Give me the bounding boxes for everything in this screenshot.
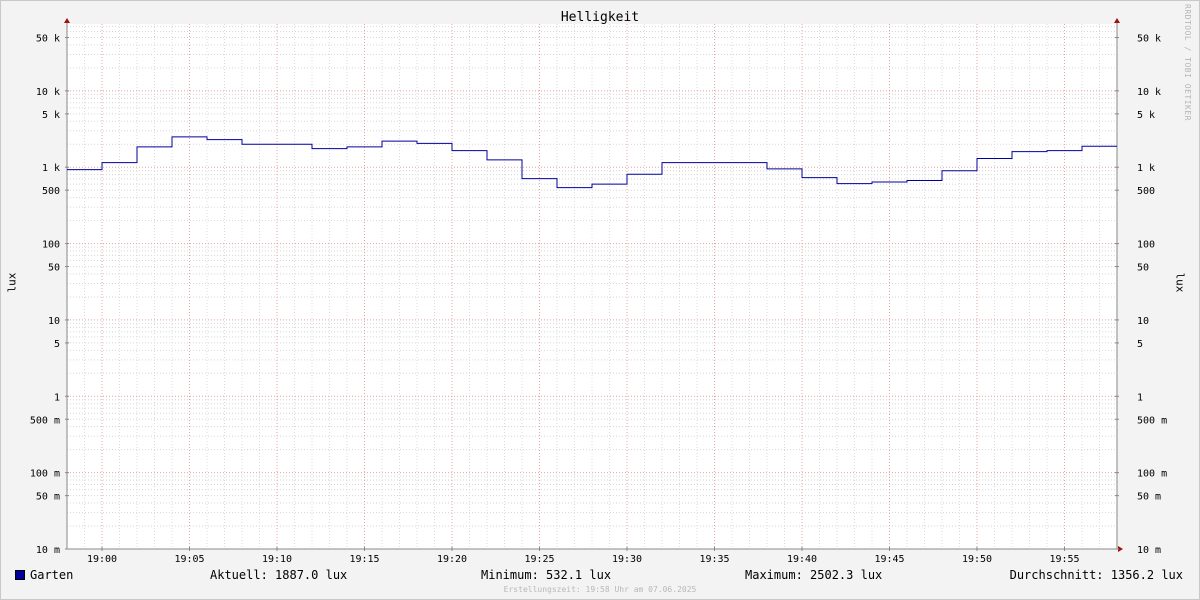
y-tick-label-left: 10 k — [36, 87, 60, 98]
y-tick-label-right: 500 m — [1137, 415, 1167, 426]
y-tick-label-left: 500 m — [30, 415, 60, 426]
y-axis-arrow-right — [1114, 18, 1120, 23]
y-tick-label-right: 10 k — [1137, 87, 1161, 98]
x-tick-label: 19:20 — [437, 554, 467, 565]
legend-row: Garten Aktuell: 1887.0 lux Minimum: 532.… — [0, 568, 1200, 584]
x-tick-label: 19:50 — [962, 554, 992, 565]
y-tick-label-left: 500 — [42, 186, 60, 197]
y-tick-label-left: 10 — [48, 316, 60, 327]
y-tick-label-right: 5 k — [1137, 110, 1155, 121]
x-tick-label: 19:45 — [874, 554, 904, 565]
y-tick-label-right: 100 — [1137, 240, 1155, 251]
y-tick-label-left: 5 k — [42, 110, 60, 121]
x-tick-label: 19:55 — [1049, 554, 1079, 565]
y-tick-label-left: 5 — [54, 339, 60, 350]
stat-current: Aktuell: 1887.0 lux — [210, 568, 348, 582]
x-tick-label: 19:30 — [612, 554, 642, 565]
y-tick-label-left: 50 — [48, 263, 60, 274]
y-tick-label-right: 10 — [1137, 316, 1149, 327]
y-tick-label-right: 1 k — [1137, 163, 1155, 174]
y-tick-label-right: 50 m — [1137, 492, 1161, 503]
legend-swatch — [15, 570, 25, 580]
stat-average: Durchschnitt: 1356.2 lux — [1009, 568, 1183, 582]
legend-series-name: Garten — [30, 568, 74, 582]
creation-time-footer: Erstellungszeit: 19:58 Uhr am 07.06.2025 — [503, 585, 697, 594]
y-tick-label-left: 100 — [42, 240, 60, 251]
y-tick-label-right: 5 — [1137, 339, 1143, 350]
stat-minimum: Minimum: 532.1 lux — [481, 568, 612, 582]
y-tick-label-left: 50 m — [36, 492, 60, 503]
x-tick-label: 19:10 — [262, 554, 292, 565]
x-tick-label: 19:15 — [349, 554, 379, 565]
y-tick-label-left: 1 k — [42, 163, 60, 174]
y-tick-label-left: 100 m — [30, 469, 60, 480]
x-tick-label: 19:40 — [787, 554, 817, 565]
y-tick-label-right: 50 k — [1137, 34, 1161, 45]
y-tick-label-right: 500 — [1137, 186, 1155, 197]
stat-maximum: Maximum: 2502.3 lux — [745, 568, 883, 582]
x-tick-label: 19:05 — [174, 554, 204, 565]
x-tick-label: 19:00 — [87, 554, 117, 565]
y-tick-label-left: 10 m — [36, 545, 60, 556]
y-tick-label-right: 1 — [1137, 392, 1143, 403]
y-tick-label-right: 50 — [1137, 263, 1149, 274]
y-axis-arrow-left — [64, 18, 70, 23]
x-tick-label: 19:25 — [524, 554, 554, 565]
light-level-chart: 50 k 50 k 10 k 10 k 5 k 5 k 1 k 1 k 500 500 100 100… — [30, 18, 1167, 565]
y-tick-label-left: 1 — [54, 392, 60, 403]
y-tick-label-right: 100 m — [1137, 469, 1167, 480]
x-tick-label: 19:35 — [699, 554, 729, 565]
y-tick-label-left: 50 k — [36, 34, 60, 45]
y-tick-label-right: 10 m — [1137, 545, 1161, 556]
